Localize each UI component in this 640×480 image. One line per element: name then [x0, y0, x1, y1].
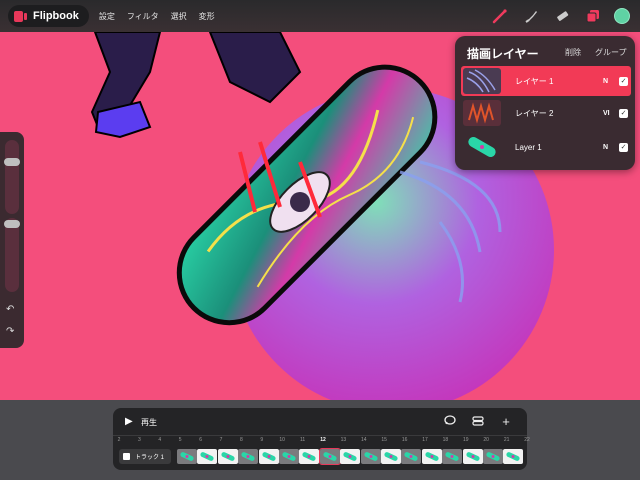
- frame-thumbnail[interactable]: [197, 449, 218, 464]
- frame-number[interactable]: 8: [235, 437, 247, 443]
- frame-thumbnail[interactable]: [238, 449, 259, 464]
- frame-number[interactable]: 4: [154, 437, 166, 443]
- frame-number[interactable]: 19: [460, 437, 472, 443]
- frame-number[interactable]: 7: [215, 437, 227, 443]
- layer-thumbnail: [463, 134, 501, 160]
- visibility-checkbox[interactable]: ✓: [619, 108, 628, 118]
- layer-row[interactable]: レイヤー 1 N ✓: [461, 66, 631, 96]
- frame-number[interactable]: 3: [133, 437, 145, 443]
- frame-number[interactable]: 12: [317, 437, 329, 443]
- frame-thumbnail[interactable]: [503, 449, 524, 464]
- redo-icon[interactable]: ↷: [6, 326, 14, 337]
- undo-icon[interactable]: ↶: [6, 304, 14, 315]
- stack-icon[interactable]: [471, 414, 485, 428]
- frame-number[interactable]: 22: [521, 437, 533, 443]
- frame-number[interactable]: 5: [174, 437, 186, 443]
- frame-thumbnail[interactable]: [483, 449, 503, 464]
- layers-panel-title: 描画レイヤー: [467, 47, 539, 61]
- app-menu-button[interactable]: Flipbook: [8, 5, 89, 27]
- frame-number[interactable]: 13: [337, 437, 349, 443]
- track-row: トラック 1: [119, 448, 524, 465]
- frame-number[interactable]: 17: [419, 437, 431, 443]
- smudge-icon[interactable]: [521, 6, 541, 26]
- menu-select[interactable]: 選択: [171, 11, 187, 22]
- menu-transform[interactable]: 変形: [199, 11, 215, 22]
- layers-icon[interactable]: [583, 6, 603, 26]
- brush-size-slider[interactable]: [5, 140, 19, 214]
- layer-name: Layer 1: [515, 142, 542, 152]
- layer-name: レイヤー 1: [515, 76, 554, 86]
- track-label[interactable]: トラック 1: [119, 449, 171, 464]
- opacity-slider[interactable]: [5, 218, 19, 292]
- frame-number[interactable]: 21: [501, 437, 513, 443]
- frame-number[interactable]: 6: [195, 437, 207, 443]
- frame-thumbnail[interactable]: [360, 449, 381, 464]
- frame-thumbnail[interactable]: [177, 449, 197, 464]
- menu-settings[interactable]: 設定: [99, 11, 115, 22]
- brush-size-thumb[interactable]: [4, 158, 20, 166]
- frame-number[interactable]: 2: [113, 437, 125, 443]
- opacity-thumb[interactable]: [4, 220, 20, 228]
- brush-slider-panel: ↶ ↷: [0, 132, 24, 348]
- menu-filter[interactable]: フィルタ: [127, 11, 159, 22]
- frame-thumbnail[interactable]: [299, 449, 320, 464]
- add-icon[interactable]: +: [499, 414, 513, 429]
- frame-ruler[interactable]: 2 3 4 5 6 7 8 9 10 11 12 13 14 15 16 17 18 19 20 21 22: [113, 435, 530, 446]
- frame-thumbnail[interactable]: [401, 449, 422, 464]
- frame-number[interactable]: 20: [480, 437, 492, 443]
- frame-number[interactable]: 15: [378, 437, 390, 443]
- blend-mode[interactable]: VI: [603, 110, 619, 117]
- comment-icon[interactable]: [443, 414, 457, 428]
- blend-mode[interactable]: N: [603, 78, 619, 85]
- track-name: トラック 1: [135, 455, 165, 461]
- top-bar: Flipbook 設定 フィルタ 選択 変形: [0, 0, 640, 32]
- visibility-checkbox[interactable]: ✓: [619, 76, 628, 86]
- delete-layer-button[interactable]: 削除: [565, 47, 581, 58]
- frame-thumbnail[interactable]: [258, 449, 279, 464]
- layer-row[interactable]: Layer 1 N ✓: [461, 132, 631, 162]
- layer-name: レイヤー 2: [515, 108, 554, 118]
- flipbook-logo-icon: [14, 10, 28, 22]
- play-label[interactable]: 再生: [141, 417, 157, 428]
- frame-number[interactable]: 16: [399, 437, 411, 443]
- eraser-icon[interactable]: [552, 6, 572, 26]
- color-picker-button[interactable]: [614, 8, 630, 24]
- brush-icon[interactable]: [490, 6, 510, 26]
- blend-mode[interactable]: N: [603, 144, 619, 151]
- track-checkbox[interactable]: [123, 453, 130, 460]
- play-icon[interactable]: ▶: [125, 416, 133, 427]
- frame-thumbnail[interactable]: [318, 448, 341, 465]
- frame-number[interactable]: 9: [256, 437, 268, 443]
- frame-number[interactable]: 11: [297, 437, 309, 443]
- layers-panel: 描画レイヤー 削除 グループ レイヤー 1 N ✓ レイヤー 2 VI ✓ La…: [455, 36, 635, 170]
- frame-thumbnail[interactable]: [279, 449, 299, 464]
- layer-row[interactable]: レイヤー 2 VI ✓: [461, 98, 631, 128]
- frame-number[interactable]: 18: [439, 437, 451, 443]
- frame-thumbnail[interactable]: [217, 449, 238, 464]
- layer-thumbnail: [463, 68, 501, 94]
- visibility-checkbox[interactable]: ✓: [619, 142, 628, 152]
- frame-thumbnail[interactable]: [462, 449, 483, 464]
- frame-thumbnail[interactable]: [340, 449, 361, 464]
- group-layer-button[interactable]: グループ: [595, 47, 627, 58]
- timeline-panel: ▶ 再生 + 2 3 4 5 6 7 8 9 10 11 12 13 14 15 16 17 18 19 20 21 2…: [113, 408, 530, 470]
- frame-number[interactable]: 14: [358, 437, 370, 443]
- frame-thumbnail[interactable]: [421, 449, 442, 464]
- layer-thumbnail: [463, 100, 501, 126]
- frame-number[interactable]: 10: [276, 437, 288, 443]
- app-name: Flipbook: [33, 10, 79, 22]
- frame-thumbnail[interactable]: [381, 449, 401, 464]
- frame-thumbnail[interactable]: [442, 449, 463, 464]
